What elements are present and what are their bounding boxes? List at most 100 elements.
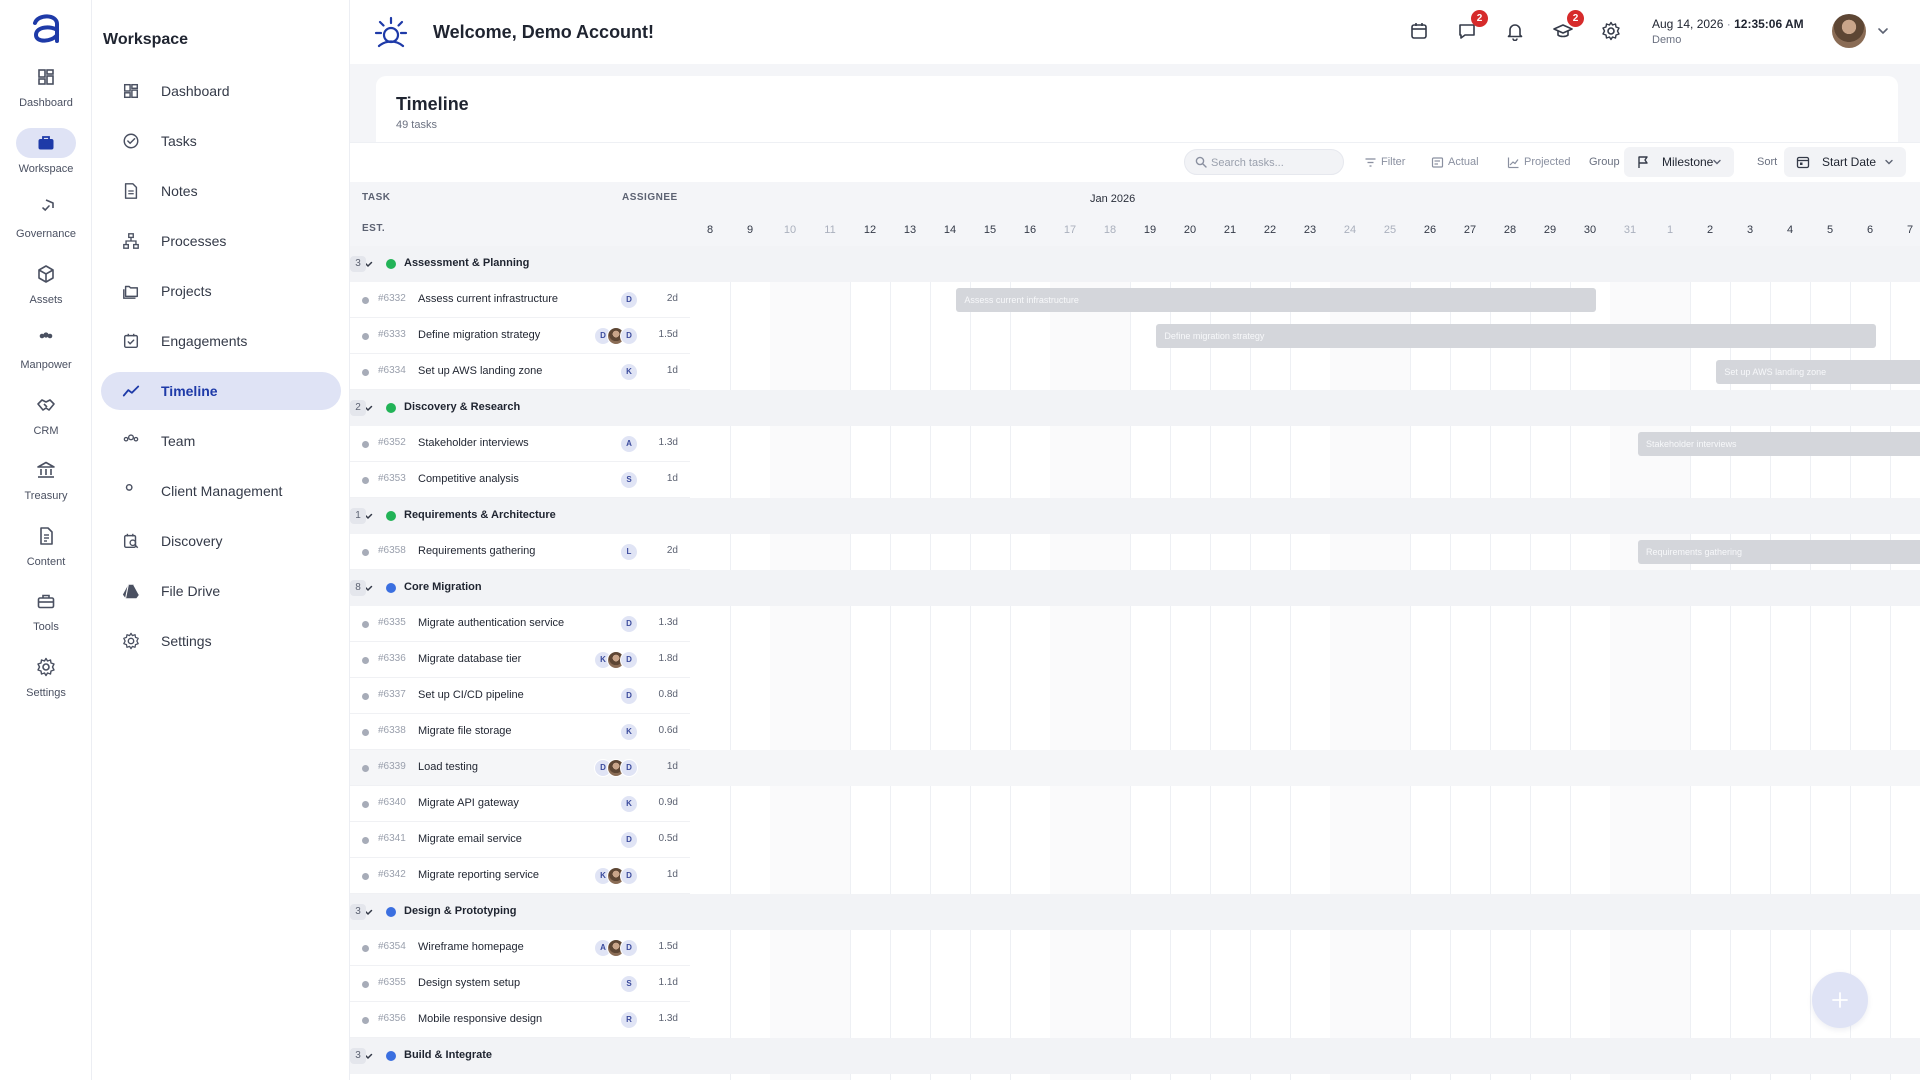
assignee-avatars[interactable]: DD: [594, 327, 638, 345]
app-logo-icon[interactable]: [28, 10, 64, 46]
assignee-avatar[interactable]: D: [620, 327, 638, 345]
assignee-avatar[interactable]: D: [620, 291, 638, 309]
rail-item-tools[interactable]: Tools: [0, 586, 92, 646]
filter-button[interactable]: Filter: [1364, 154, 1408, 172]
task-name[interactable]: Migrate email service: [418, 833, 522, 845]
task-row[interactable]: #6341 Migrate email service D 0.5d: [350, 822, 1920, 858]
assignee-avatars[interactable]: S: [620, 471, 638, 489]
task-name[interactable]: Stakeholder interviews: [418, 437, 529, 449]
rail-item-treasury[interactable]: Treasury: [0, 455, 92, 515]
milestone-group-row[interactable]: Build & Integrate 3: [350, 1038, 1920, 1074]
sidebar-item-processes[interactable]: Processes: [101, 222, 341, 260]
sidebar-item-tasks[interactable]: Tasks: [101, 122, 341, 160]
assignee-avatar[interactable]: K: [620, 795, 638, 813]
actual-toggle[interactable]: Actual: [1431, 154, 1483, 172]
task-name[interactable]: Set up CI/CD pipeline: [418, 689, 524, 701]
rail-item-crm[interactable]: CRM: [0, 390, 92, 450]
assignee-avatars[interactable]: R: [620, 1011, 638, 1029]
assignee-avatar[interactable]: L: [620, 543, 638, 561]
assignee-avatar[interactable]: R: [620, 1011, 638, 1029]
task-name[interactable]: Set up AWS landing zone: [418, 365, 542, 377]
col-task-header[interactable]: TASK: [362, 192, 390, 203]
assignee-avatar[interactable]: S: [620, 975, 638, 993]
messages-button[interactable]: 2: [1457, 10, 1488, 43]
sidebar-item-team[interactable]: Team: [101, 422, 341, 460]
task-name[interactable]: Migrate reporting service: [418, 869, 539, 881]
group-select[interactable]: Milestone: [1624, 147, 1734, 177]
sort-select[interactable]: Start Date: [1784, 147, 1906, 177]
assignee-avatar[interactable]: S: [620, 471, 638, 489]
assignee-avatar[interactable]: D: [620, 867, 638, 885]
task-row[interactable]: #6337 Set up CI/CD pipeline D 0.8d: [350, 678, 1920, 714]
milestone-group-row[interactable]: Core Migration 8: [350, 570, 1920, 606]
task-row[interactable]: #6340 Migrate API gateway K 0.9d: [350, 786, 1920, 822]
sidebar-item-notes[interactable]: Notes: [101, 172, 341, 210]
task-name[interactable]: Migrate authentication service: [418, 617, 564, 629]
task-row[interactable]: #6335 Migrate authentication service D 1.3d: [350, 606, 1920, 642]
assignee-avatar[interactable]: D: [620, 831, 638, 849]
assignee-avatars[interactable]: KD: [594, 651, 638, 669]
task-name[interactable]: Mobile responsive design: [418, 1013, 542, 1025]
task-row[interactable]: #6338 Migrate file storage K 0.6d: [350, 714, 1920, 750]
rail-item-workspace[interactable]: Workspace: [0, 127, 92, 188]
sidebar-item-discovery[interactable]: Discovery: [101, 522, 341, 560]
assignee-avatars[interactable]: D: [620, 831, 638, 849]
assignee-avatar[interactable]: D: [620, 759, 638, 777]
task-row[interactable]: #6334 Set up AWS landing zone K 1d Set up AW…: [350, 354, 1920, 390]
assignee-avatars[interactable]: L: [620, 543, 638, 561]
calendar-button[interactable]: [1409, 21, 1431, 43]
task-name[interactable]: Design system setup: [418, 977, 520, 989]
gantt-bar[interactable]: Requirements gathering: [1638, 540, 1920, 564]
task-name[interactable]: Define migration strategy: [418, 329, 540, 341]
milestone-group-row[interactable]: Design & Prototyping 3: [350, 894, 1920, 930]
gantt-bar[interactable]: Stakeholder interviews: [1638, 432, 1920, 456]
assignee-avatars[interactable]: KD: [594, 867, 638, 885]
notifications-button[interactable]: [1505, 21, 1527, 43]
task-name[interactable]: Migrate API gateway: [418, 797, 519, 809]
rail-item-manpower[interactable]: Manpower: [0, 324, 92, 384]
assignee-avatars[interactable]: K: [620, 363, 638, 381]
assignee-avatars[interactable]: AD: [594, 939, 638, 957]
task-row[interactable]: #6332 Assess current infrastructure D 2d Ass…: [350, 282, 1920, 318]
milestone-group-row[interactable]: Requirements & Architecture 1: [350, 498, 1920, 534]
assignee-avatars[interactable]: D: [620, 687, 638, 705]
assignee-avatars[interactable]: DD: [594, 759, 638, 777]
sidebar-item-client-management[interactable]: Client Management: [101, 472, 341, 510]
assignee-avatar[interactable]: K: [620, 363, 638, 381]
task-row[interactable]: #6354 Wireframe homepage A D 1.5d: [350, 930, 1920, 966]
task-row[interactable]: #6333 Define migration strategy D D 1.5d Defi…: [350, 318, 1920, 354]
task-name[interactable]: Assess current infrastructure: [418, 293, 558, 305]
assignee-avatars[interactable]: K: [620, 795, 638, 813]
col-est-header[interactable]: EST.: [362, 223, 385, 234]
assignee-avatars[interactable]: D: [620, 291, 638, 309]
task-row[interactable]: #6339 Load testing D D 1d: [350, 750, 1920, 786]
milestone-group-row[interactable]: Assessment & Planning 3: [350, 246, 1920, 282]
assignee-avatar[interactable]: K: [620, 723, 638, 741]
add-task-button[interactable]: [1812, 972, 1868, 1028]
rail-item-dashboard[interactable]: Dashboard: [0, 62, 92, 122]
sidebar-item-timeline[interactable]: Timeline: [101, 372, 341, 410]
task-name[interactable]: Migrate database tier: [418, 653, 521, 665]
gantt-bar[interactable]: Assess current infrastructure: [956, 288, 1596, 312]
assignee-avatar[interactable]: D: [620, 939, 638, 957]
assignee-avatar[interactable]: D: [620, 651, 638, 669]
settings-button[interactable]: [1601, 21, 1623, 43]
task-name[interactable]: Requirements gathering: [418, 545, 535, 557]
rail-item-settings[interactable]: Settings: [0, 652, 92, 712]
search-box[interactable]: [1184, 149, 1344, 175]
task-row[interactable]: #6352 Stakeholder interviews A 1.3d Stakehol…: [350, 426, 1920, 462]
sidebar-item-file-drive[interactable]: File Drive: [101, 572, 341, 610]
user-avatar[interactable]: [1832, 14, 1866, 48]
task-name[interactable]: Load testing: [418, 761, 478, 773]
search-input[interactable]: [1211, 154, 1337, 172]
rail-item-assets[interactable]: Assets: [0, 259, 92, 319]
sidebar-item-settings[interactable]: Settings: [101, 622, 341, 660]
task-name[interactable]: Competitive analysis: [418, 473, 519, 485]
assignee-avatar[interactable]: D: [620, 687, 638, 705]
task-row[interactable]: #6355 Design system setup S 1.1d: [350, 966, 1920, 1002]
rail-item-content[interactable]: Content: [0, 521, 92, 581]
task-row[interactable]: #6353 Competitive analysis S 1d: [350, 462, 1920, 498]
task-name[interactable]: Migrate file storage: [418, 725, 512, 737]
chevron-down-icon[interactable]: [1876, 24, 1890, 38]
task-row[interactable]: #6342 Migrate reporting service K D 1d: [350, 858, 1920, 894]
